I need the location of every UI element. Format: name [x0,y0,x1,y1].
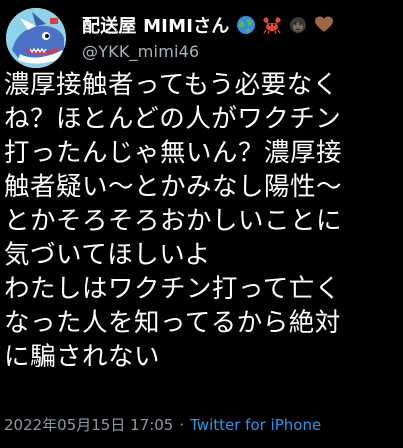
avatar[interactable] [6,8,66,68]
tweet-source-link[interactable]: Twitter for iPhone [190,416,321,434]
brown-heart-icon [314,16,333,32]
tweet-header: 配送屋 MIMIさん @YKK_mimi46 [6,8,398,68]
tweet-text-line: 濃厚接触者ってもう必要なく [4,70,339,100]
gorilla-icon [289,17,306,33]
tweet-text-line: わたしはワクチン打って亡く [4,274,341,304]
user-handle[interactable]: @YKK_mimi46 [82,42,392,61]
globe-icon [236,16,255,34]
display-name-row: 配送屋 MIMIさん [82,12,392,38]
meta-separator: · [179,415,185,434]
crab-icon [262,17,281,35]
tweet-text: 濃厚接触者ってもう必要なく ね？ほとんどの人がワクチン 打ったんじゃ無いん？濃厚… [4,68,400,374]
tweet-text-line: 触者疑い〜とかみなし陽性〜 [4,172,343,202]
tweet-text-line: に騙されない [4,342,161,372]
tweet-meta: 2022年05月15日 17:05 · Twitter for iPhone [4,414,321,435]
tweet-text-line: なった人を知ってるから絶対 [4,308,341,338]
shark-avatar-icon [6,8,66,68]
tweet-text-line: 打ったんじゃ無いん？濃厚接 [4,138,343,168]
user-names: 配送屋 MIMIさん @YKK_mimi46 [82,12,392,61]
tweet-text-line: 気づいてほしいよ [4,240,211,270]
tweet-timestamp[interactable]: 2022年05月15日 17:05 [4,414,173,435]
tweet-text-line: とかそろそろおかしいことに [4,206,343,236]
tweet-text-line: ね？ほとんどの人がワクチン [4,104,342,134]
display-name[interactable]: 配送屋 MIMIさん [82,12,230,38]
tweet: 配送屋 MIMIさん @YKK_mimi46 濃厚接触者ってもう必要なく ね？ほ… [0,0,403,448]
